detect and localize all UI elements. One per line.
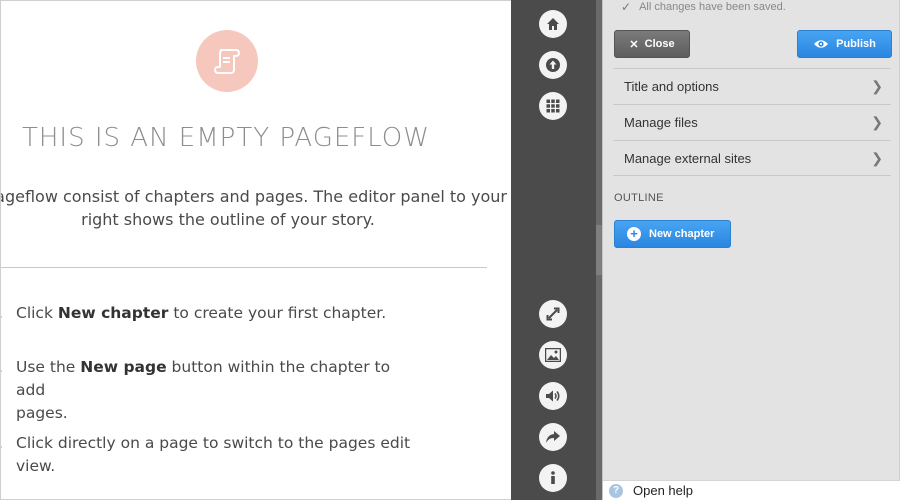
step-bold-text: New chapter bbox=[57, 304, 169, 322]
intro-text: h Pageflow consist of chapters and pages… bbox=[0, 185, 507, 231]
home-icon[interactable] bbox=[539, 10, 567, 38]
intro-line-1: h Pageflow consist of chapters and pages… bbox=[0, 187, 507, 206]
upload-icon[interactable] bbox=[539, 51, 567, 79]
divider bbox=[1, 267, 487, 268]
new-chapter-label: New chapter bbox=[649, 228, 715, 240]
step-2: .Use the New page button within the chap… bbox=[1, 356, 416, 425]
nav-manage-external-sites[interactable]: Manage external sites ❯ bbox=[613, 140, 891, 176]
step-number: . bbox=[1, 356, 3, 379]
image-icon[interactable] bbox=[539, 341, 567, 369]
step-text: pages. bbox=[16, 404, 68, 422]
volume-icon[interactable] bbox=[539, 382, 567, 410]
eye-icon bbox=[814, 40, 829, 48]
pageflow-preview: THIS IS AN EMPTY PAGEFLOW h Pageflow con… bbox=[0, 0, 511, 500]
close-button[interactable]: ✕ Close bbox=[614, 30, 690, 58]
help-icon: ? bbox=[609, 483, 623, 498]
info-icon[interactable] bbox=[539, 464, 567, 492]
chevron-right-icon: ❯ bbox=[871, 149, 883, 166]
outline-heading: OUTLINE bbox=[614, 192, 664, 204]
publish-button[interactable]: Publish bbox=[797, 30, 892, 58]
nav-label: Manage external sites bbox=[624, 150, 752, 166]
publish-button-label: Publish bbox=[836, 38, 876, 50]
step-number: . bbox=[1, 432, 3, 455]
new-chapter-button[interactable]: + New chapter bbox=[614, 220, 731, 248]
preview-toolbar bbox=[511, 0, 596, 500]
nav-label: Manage files bbox=[624, 115, 698, 130]
nav-label: Title and options bbox=[624, 79, 719, 94]
step-text: Click directly on a page to switch to th… bbox=[16, 434, 411, 475]
save-status-text: All changes have been saved. bbox=[639, 1, 786, 13]
step-text: to create your first chapter. bbox=[168, 304, 387, 322]
plus-icon: + bbox=[627, 227, 641, 241]
open-help-link[interactable]: ? Open help bbox=[603, 480, 900, 500]
step-text: Use the bbox=[16, 358, 81, 376]
checkmark-icon: ✓ bbox=[621, 0, 632, 14]
expand-icon[interactable] bbox=[539, 300, 567, 328]
share-icon[interactable] bbox=[539, 423, 567, 451]
step-bold-text: New page bbox=[80, 358, 167, 376]
step-1: . Click New chapter to create your first … bbox=[1, 302, 416, 325]
open-help-label: Open help bbox=[633, 483, 693, 498]
scroll-logo-icon bbox=[196, 30, 258, 92]
save-status: ✓ All changes have been saved. bbox=[621, 0, 786, 14]
step-3: . Click directly on a page to switch to t… bbox=[1, 432, 416, 478]
nav-manage-files[interactable]: Manage files ❯ bbox=[613, 104, 891, 140]
close-icon: ✕ bbox=[629, 38, 639, 51]
close-button-label: Close bbox=[644, 38, 675, 50]
chevron-right-icon: ❯ bbox=[871, 114, 883, 130]
editor-panel: ✓ All changes have been saved. ✕ Close P… bbox=[602, 0, 900, 500]
intro-line-2: right shows the outline of your story. bbox=[81, 210, 375, 229]
empty-pageflow-title: THIS IS AN EMPTY PAGEFLOW bbox=[22, 123, 430, 153]
step-number: . bbox=[1, 302, 3, 325]
grid-icon[interactable] bbox=[539, 92, 567, 120]
chevron-right-icon: ❯ bbox=[871, 78, 883, 94]
nav-title-options[interactable]: Title and options ❯ bbox=[613, 68, 891, 104]
step-text: Click bbox=[16, 304, 58, 322]
